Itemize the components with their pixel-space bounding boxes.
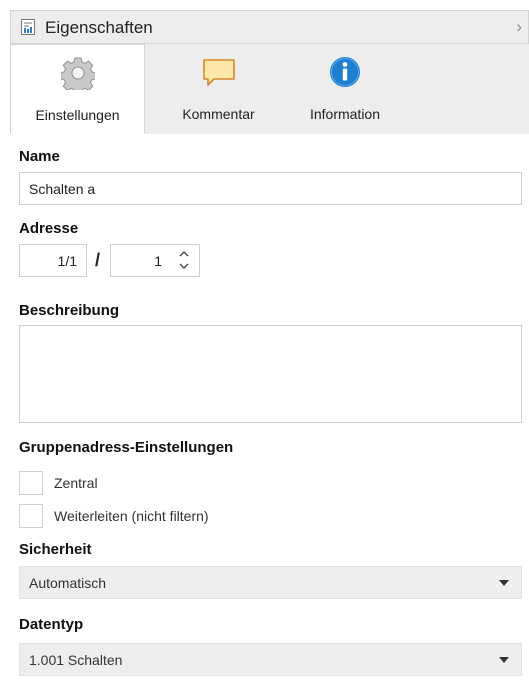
tab-information[interactable]: Information — [289, 44, 401, 134]
info-icon — [330, 57, 360, 87]
datatype-select-value: 1.001 Schalten — [29, 651, 123, 668]
panel-title: Eigenschaften — [45, 18, 153, 37]
datatype-select[interactable]: 1.001 Schalten — [19, 643, 522, 676]
group-settings-label: Gruppenadress-Einstellungen — [19, 439, 234, 456]
spinner-arrows-icon[interactable] — [177, 248, 191, 272]
chevron-right-icon[interactable]: › — [516, 17, 522, 37]
central-checkbox[interactable] — [19, 471, 43, 495]
central-checkbox-label: Zentral — [54, 475, 98, 491]
gear-icon — [60, 57, 95, 90]
comment-icon — [202, 59, 235, 86]
dropdown-arrow-icon — [499, 657, 509, 663]
tab-bar: Einstellungen Kommentar Information — [10, 44, 529, 135]
forward-checkbox-label: Weiterleiten (nicht filtern) — [54, 508, 209, 524]
tab-einstellungen[interactable]: Einstellungen — [10, 44, 145, 135]
description-field[interactable] — [19, 325, 522, 423]
address-separator: / — [95, 250, 101, 270]
properties-panel: Eigenschaften › Einstellungen Kommentar — [0, 0, 529, 681]
dropdown-arrow-icon — [499, 580, 509, 586]
forward-checkbox[interactable] — [19, 504, 43, 528]
address-main-field[interactable]: 1/1 — [19, 244, 87, 277]
description-label: Beschreibung — [19, 302, 120, 319]
security-select[interactable]: Automatisch — [19, 566, 522, 599]
datatype-label: Datentyp — [19, 616, 84, 633]
tab-label: Kommentar — [182, 106, 255, 122]
tab-kommentar[interactable]: Kommentar — [156, 44, 281, 134]
security-select-value: Automatisch — [29, 574, 107, 591]
name-label: Name — [19, 148, 60, 165]
address-label: Adresse — [19, 220, 79, 237]
tab-label: Einstellungen — [35, 107, 120, 123]
properties-icon — [21, 19, 35, 35]
name-field[interactable]: Schalten a — [19, 172, 522, 205]
settings-content: Name Schalten a Adresse 1/1 / 1 Beschrei… — [10, 134, 529, 681]
security-label: Sicherheit — [19, 541, 92, 558]
panel-header: Eigenschaften › — [10, 10, 529, 44]
tab-label: Information — [309, 106, 381, 122]
